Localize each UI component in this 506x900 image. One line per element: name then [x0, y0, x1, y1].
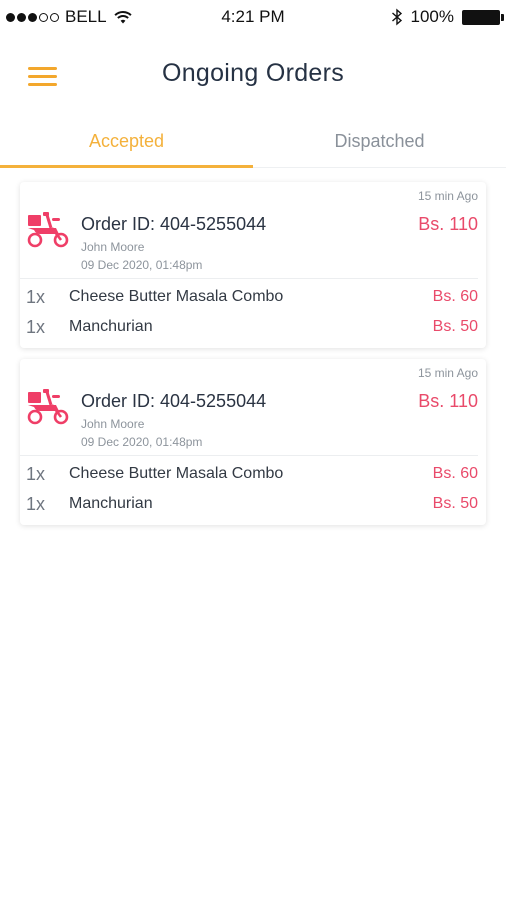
order-total: Bs. 110 [418, 391, 478, 411]
page-title: Ongoing Orders [161, 59, 345, 87]
tab-accepted[interactable]: Accepted [0, 118, 253, 168]
item-price: Bs. 50 [432, 318, 478, 335]
item-name: Manchurian [69, 495, 153, 512]
item-quantity: 1x [26, 494, 46, 514]
item-price: Bs. 60 [432, 288, 478, 305]
item-price: Bs. 60 [432, 465, 478, 482]
order-item-row: 1x Cheese Butter Masala Combo Bs. 60 [20, 287, 478, 311]
bluetooth-icon [391, 8, 402, 26]
item-quantity: 1x [26, 317, 46, 337]
battery-icon [462, 9, 504, 25]
order-item-row: 1x Manchurian Bs. 50 [20, 317, 478, 341]
delivery-scooter-icon [27, 212, 69, 248]
divider [20, 278, 478, 279]
item-name: Cheese Butter Masala Combo [69, 288, 284, 305]
order-item-row: 1x Cheese Butter Masala Combo Bs. 60 [20, 464, 478, 488]
app-header: Ongoing Orders [0, 34, 506, 118]
status-right: 100% [391, 7, 504, 27]
order-id: Order ID: 404-5255044 [81, 214, 267, 234]
order-list: 15 min Ago Order ID: 404-5255044 Bs. 110… [20, 182, 486, 536]
order-total: Bs. 110 [418, 214, 478, 234]
item-name: Manchurian [69, 318, 153, 335]
customer-name: John Moore [81, 417, 145, 431]
order-id: Order ID: 404-5255044 [81, 391, 267, 411]
battery-percent: 100% [410, 7, 454, 26]
order-time-ago: 15 min Ago [417, 366, 478, 380]
order-card[interactable]: 15 min Ago Order ID: 404-5255044 Bs. 110… [20, 359, 486, 525]
tab-dispatched[interactable]: Dispatched [253, 118, 506, 167]
item-name: Cheese Butter Masala Combo [69, 465, 284, 482]
order-item-row: 1x Manchurian Bs. 50 [20, 494, 478, 518]
order-date: 09 Dec 2020, 01:48pm [81, 435, 203, 449]
order-card[interactable]: 15 min Ago Order ID: 404-5255044 Bs. 110… [20, 182, 486, 348]
customer-name: John Moore [81, 240, 145, 254]
item-quantity: 1x [26, 464, 46, 484]
item-quantity: 1x [26, 287, 46, 307]
delivery-scooter-icon [27, 389, 69, 425]
order-time-ago: 15 min Ago [417, 189, 478, 203]
divider [20, 455, 478, 456]
order-date: 09 Dec 2020, 01:48pm [81, 258, 203, 272]
status-bar: BELL 4:21 PM 100% [0, 0, 506, 34]
item-price: Bs. 50 [432, 495, 478, 512]
order-tabs: Accepted Dispatched [0, 118, 506, 168]
